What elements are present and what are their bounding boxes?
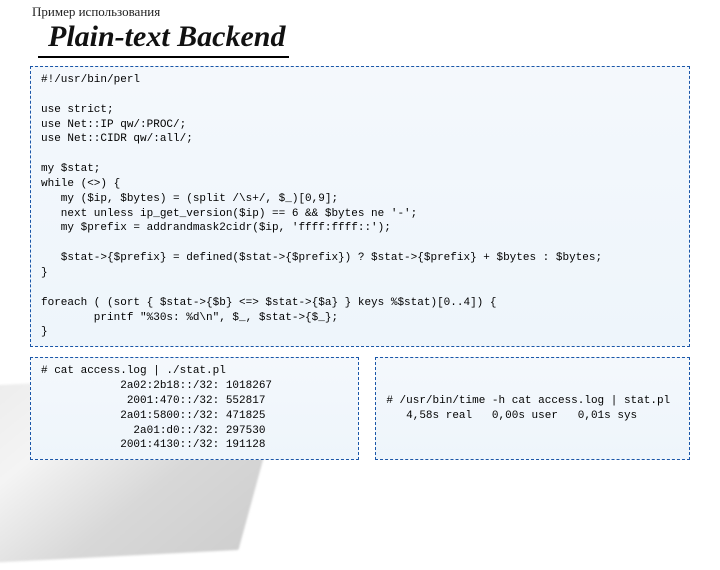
slide-subtitle: Пример использования <box>32 4 690 20</box>
code-timing: # /usr/bin/time -h cat access.log | stat… <box>375 357 690 460</box>
output-row: # cat access.log | ./stat.pl 2a02:2b18::… <box>30 357 690 460</box>
slide-title: Plain-text Backend <box>38 20 289 58</box>
code-output: # cat access.log | ./stat.pl 2a02:2b18::… <box>30 357 359 460</box>
slide-content: Пример использования Plain-text Backend … <box>0 0 720 460</box>
code-main: #!/usr/bin/perl use strict; use Net::IP … <box>30 66 690 347</box>
